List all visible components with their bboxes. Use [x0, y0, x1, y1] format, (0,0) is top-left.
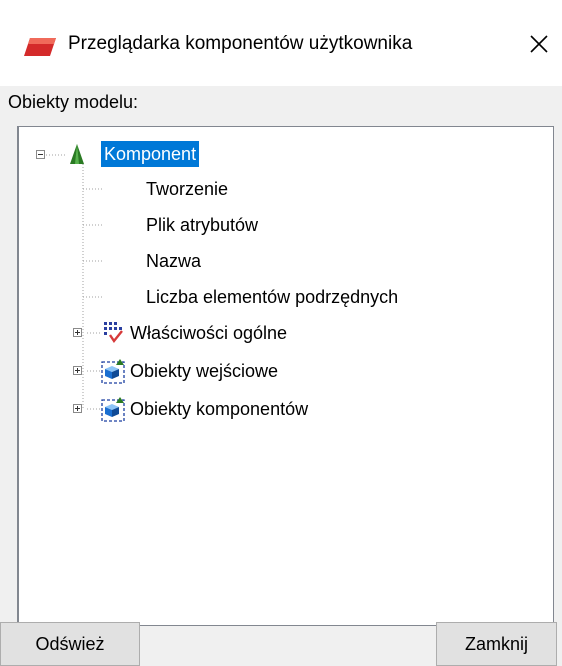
tree-node-obiekty-wejsciowe[interactable]: Obiekty wejściowe [130, 358, 278, 384]
tree-node-liczba-elementow[interactable]: Liczba elementów podrzędnych [146, 284, 398, 310]
properties-icon [104, 322, 123, 344]
refresh-button[interactable]: Odśwież [0, 622, 140, 666]
close-window-button[interactable] [520, 24, 558, 64]
window-title: Przeglądarka komponentów użytkownika [68, 33, 413, 54]
close-icon [530, 35, 548, 53]
expand-toggle[interactable] [73, 404, 82, 413]
component-objects-icon [101, 397, 125, 422]
expand-toggle[interactable] [73, 366, 82, 375]
model-objects-label: Obiekty modelu: [8, 92, 139, 112]
input-objects-icon [101, 359, 125, 384]
expand-toggle[interactable] [73, 328, 82, 337]
tree-node-nazwa[interactable]: Nazwa [146, 248, 201, 274]
app-icon [24, 38, 56, 56]
model-objects-tree[interactable]: Komponent Tworzenie Plik atrybutów Nazwa… [17, 126, 554, 626]
tree-node-tworzenie[interactable]: Tworzenie [146, 176, 228, 202]
tree-node-obiekty-komponentow[interactable]: Obiekty komponentów [130, 396, 308, 422]
cone-icon [70, 144, 84, 164]
tree-node-wlasciwosci-ogolne[interactable]: Właściwości ogólne [130, 320, 287, 346]
tree-connectors [46, 154, 103, 410]
title-bar: Przeglądarka komponentów użytkownika [0, 0, 562, 86]
collapse-toggle[interactable] [36, 150, 45, 159]
tree-node-plik-atrybutow[interactable]: Plik atrybutów [146, 212, 258, 238]
close-button[interactable]: Zamknij [436, 622, 557, 666]
tree-node-komponent[interactable]: Komponent [101, 141, 200, 167]
